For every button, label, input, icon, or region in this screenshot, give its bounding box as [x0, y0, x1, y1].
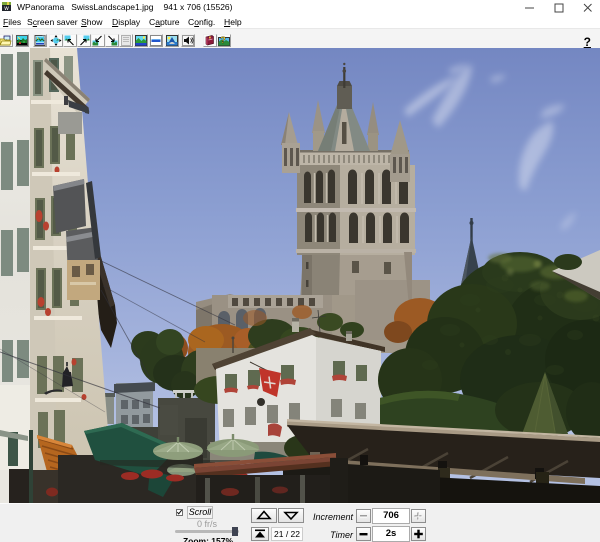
svg-text:?: ? [220, 35, 226, 45]
svg-text:w: w [3, 6, 9, 11]
